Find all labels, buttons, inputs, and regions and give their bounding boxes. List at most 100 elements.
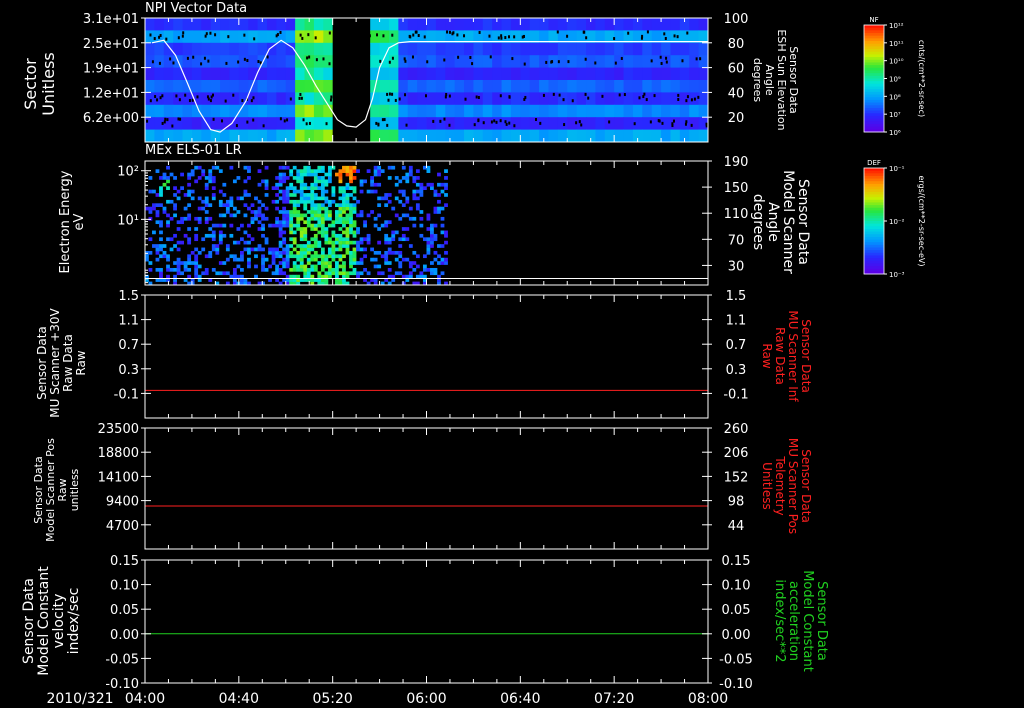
els-cell [173,244,177,248]
els-cell [373,250,378,255]
els-cell [345,230,350,235]
npi-speckle [386,92,389,96]
npi-speckle [504,120,507,124]
els-cell [401,165,406,170]
els-cell [320,233,325,238]
npi-cell [454,104,465,118]
els-cell [419,182,424,187]
els-spectrogram [145,165,448,286]
els-y2tick-label: 190 [724,155,749,170]
els-cell [278,250,283,255]
npi-speckle [673,34,676,38]
els-cell [313,169,318,173]
npi-cell [595,67,606,81]
els-cell [422,267,427,272]
els-cell [433,193,438,197]
els-cell [278,189,283,194]
npi-speckle [661,121,664,125]
els-cell [338,240,343,245]
els-cell [296,250,301,255]
els-cell [373,172,378,177]
els-cell [292,223,297,228]
els-cell [335,220,339,225]
els-cell [310,169,315,173]
els-cell [299,182,304,187]
npi-cell [632,104,643,118]
els-cell [271,271,276,276]
npi-cell [501,55,512,69]
els-cell [303,169,308,173]
npi-cell [248,18,259,31]
els-cell [377,250,382,255]
npi-speckle [601,94,604,98]
npi-cell [388,129,399,143]
els-cell [342,244,346,248]
npi-cell [182,104,193,118]
els-cell [444,233,448,238]
els-cell [387,165,392,170]
els-cell [218,233,223,238]
els-cell [204,210,209,214]
npi-cell [370,18,381,31]
npi-speckle [676,35,679,39]
els-cell [240,237,244,242]
els-cell [261,267,265,272]
els-cell [278,227,283,231]
els-cell [320,186,325,190]
npi-speckle [677,98,680,102]
els-cell [430,230,434,235]
els-cell [204,220,209,225]
npi-cell [182,117,193,131]
els-cell [352,220,357,225]
els-cell [194,179,199,184]
npi-cell [698,104,709,118]
els-cell [278,267,283,272]
els-cell [387,250,392,255]
npi-speckle [161,94,164,98]
npi-cell [651,80,662,93]
npi-cell [295,55,306,69]
npi-cell [285,30,296,44]
els-cell [278,233,283,238]
els-cell [320,165,325,170]
els-cell [412,261,417,265]
npi-cell [473,80,484,93]
npi-speckle [478,30,481,34]
npi-speckle [253,37,256,41]
els-cell [310,274,315,279]
npi-cell [651,129,662,143]
npi-speckle [566,34,569,38]
els-cell [152,244,156,248]
els-cell [292,264,297,269]
els-cell [352,247,357,252]
nf-colorbar-tick-label: 10¹¹ [889,40,904,48]
els-cell [250,203,255,208]
npi-cell [201,104,212,118]
els-cell [264,179,269,184]
els-cell [387,261,392,265]
els-cell [229,203,234,208]
els-cell [204,199,209,204]
pos-ytick-label: 4700 [106,519,139,534]
els-cell [197,220,202,225]
els-cell [264,257,269,262]
els-cell [303,182,308,187]
els-cell [268,247,272,252]
els-cell [289,227,294,231]
npi-speckle [166,118,169,122]
nf-colorbar-tick-label: 10⁸ [889,93,901,101]
npi-cell [426,129,437,143]
els-cell [444,250,448,255]
els-cell [394,176,399,180]
npi-cell [191,30,202,44]
npi-speckle [214,33,217,37]
npi-speckle [246,120,249,124]
npi-speckle [690,123,693,127]
els-cell [335,213,339,218]
els-cell [254,247,258,252]
npi-cell [313,55,324,69]
els-cell [268,250,272,255]
npi-speckle [408,34,411,38]
npi-speckle [645,98,648,102]
els-cell [275,267,280,272]
